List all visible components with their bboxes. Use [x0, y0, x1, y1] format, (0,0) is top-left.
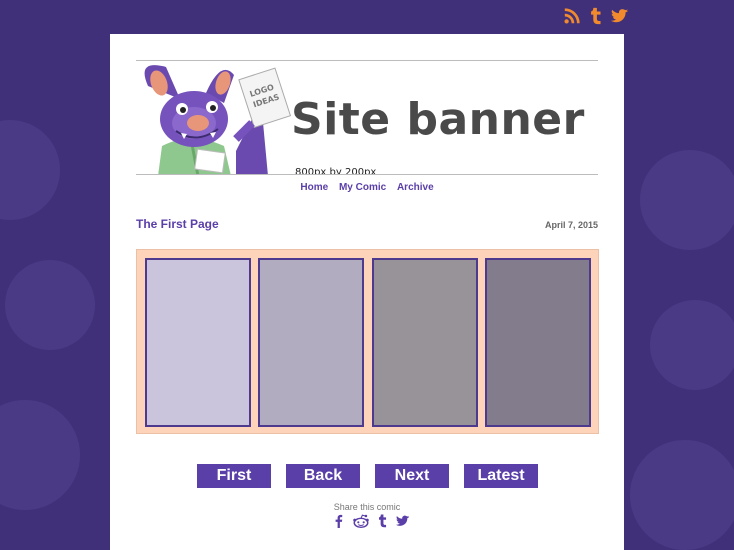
comic-panel-4 [485, 258, 591, 427]
main-nav: Home My Comic Archive [110, 182, 624, 193]
tumblr-icon[interactable] [587, 6, 605, 26]
comic-navigation: First Back Next Latest [197, 464, 553, 488]
back-button[interactable]: Back [286, 464, 360, 488]
nav-home-link[interactable]: Home [300, 182, 328, 193]
share-links [332, 513, 410, 529]
nav-my-comic-link[interactable]: My Comic [339, 182, 386, 193]
post-title[interactable]: The First Page [136, 217, 219, 231]
comic-panel-3 [372, 258, 478, 427]
next-button[interactable]: Next [375, 464, 449, 488]
bat-mascot-image: LOGO IDEAS [144, 65, 292, 174]
site-banner[interactable]: LOGO IDEAS Site banner 800px by 200px [136, 60, 598, 175]
nav-archive-link[interactable]: Archive [397, 182, 434, 193]
top-social-links [563, 6, 629, 26]
comic-panel-2 [258, 258, 364, 427]
comic-image [136, 249, 599, 434]
twitter-icon[interactable] [396, 513, 410, 529]
banner-title: Site banner [291, 94, 585, 145]
twitter-icon[interactable] [611, 6, 629, 26]
comic-page: LOGO IDEAS Site banner 800px by 200px Ho… [110, 34, 624, 550]
tumblr-icon[interactable] [376, 513, 390, 529]
post-date: April 7, 2015 [544, 220, 598, 230]
comic-panel-1 [145, 258, 251, 427]
first-button[interactable]: First [197, 464, 271, 488]
banner-subtitle: 800px by 200px [295, 167, 377, 175]
reddit-icon[interactable] [352, 513, 370, 529]
latest-button[interactable]: Latest [464, 464, 538, 488]
share-label: Share this comic [333, 502, 401, 512]
rss-icon[interactable] [563, 6, 581, 26]
facebook-icon[interactable] [332, 513, 346, 529]
